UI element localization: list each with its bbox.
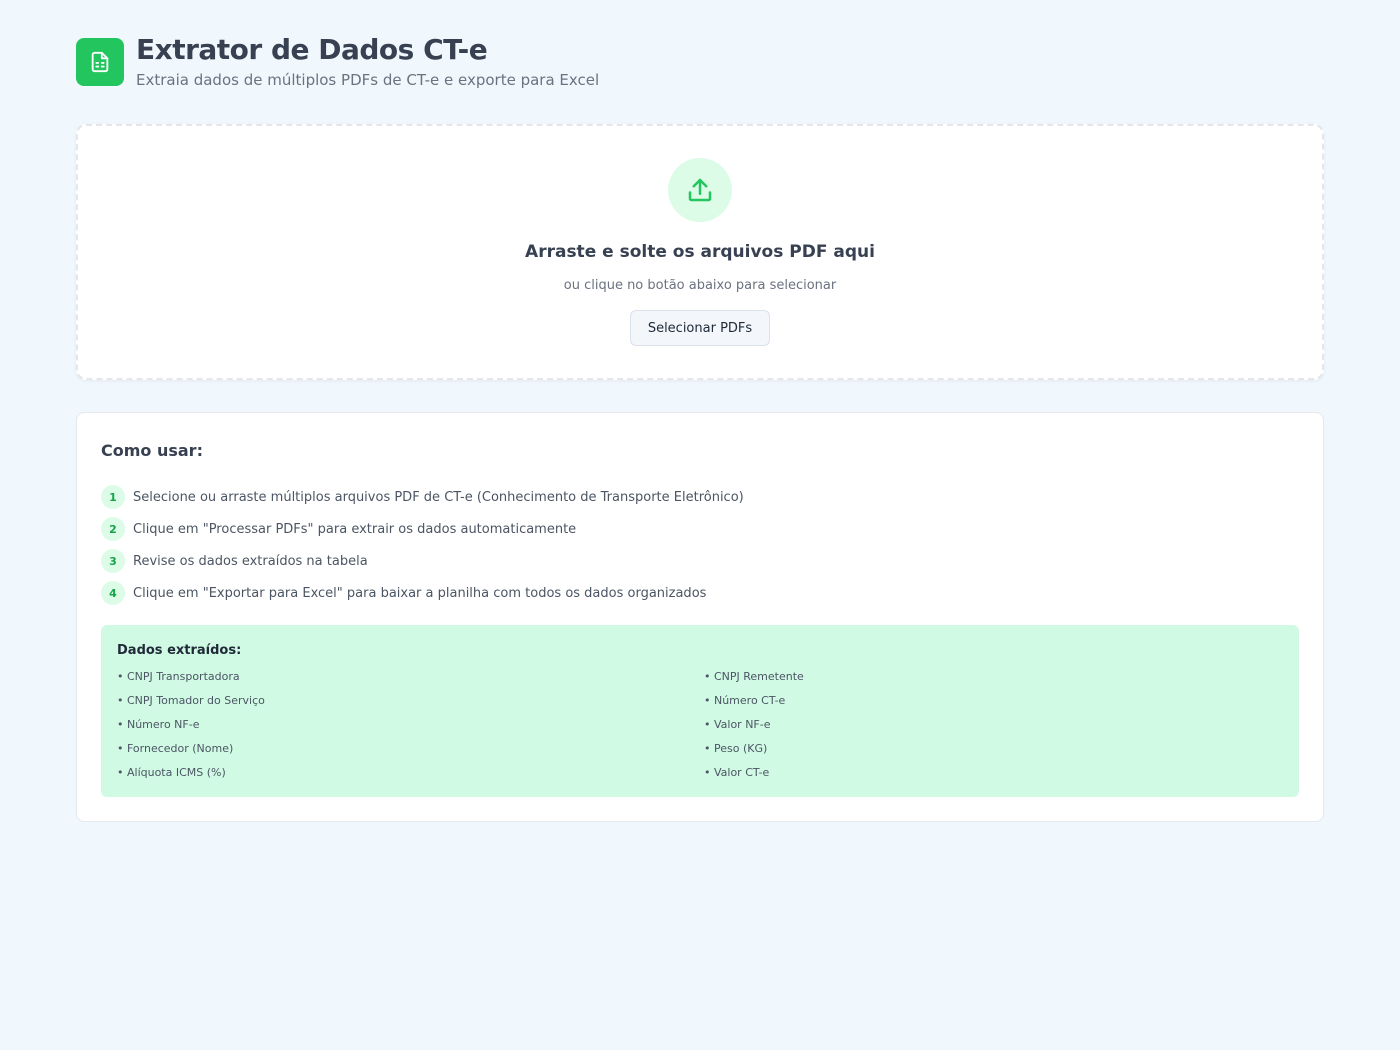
- extracted-fields-title: Dados extraídos:: [117, 643, 242, 658]
- page: Extrator de Dados CT-e Extraia dados de …: [0, 0, 1400, 1050]
- field-item: • Peso (KG): [704, 742, 768, 755]
- field-item: • CNPJ Tomador do Serviço: [117, 694, 265, 707]
- page-subtitle: Extraia dados de múltiplos PDFs de CT-e …: [136, 71, 600, 89]
- dropzone-title: Arraste e solte os arquivos PDF aqui: [525, 242, 875, 262]
- field-item: • CNPJ Remetente: [704, 670, 804, 683]
- step-number-badge: 3: [101, 549, 125, 573]
- step-text: Clique em "Processar PDFs" para extrair …: [133, 521, 577, 537]
- app-logo: [76, 38, 124, 86]
- extracted-fields-right-column: • CNPJ Remetente • Número CT-e • Valor N…: [704, 669, 804, 789]
- field-item: • Valor CT-e: [704, 766, 770, 779]
- extracted-fields-box: Dados extraídos: • CNPJ Transportadora •…: [101, 625, 1299, 797]
- app-header: Extrator de Dados CT-e Extraia dados de …: [76, 34, 599, 90]
- header-text: Extrator de Dados CT-e Extraia dados de …: [136, 34, 599, 90]
- step-text: Clique em "Exportar para Excel" para bai…: [133, 585, 707, 601]
- pdf-dropzone[interactable]: Arraste e solte os arquivos PDF aqui ou …: [76, 124, 1324, 380]
- upload-icon: [688, 178, 712, 202]
- step-text: Revise os dados extraídos na tabela: [133, 553, 368, 569]
- step-number-badge: 4: [101, 581, 125, 605]
- instructions-title: Como usar:: [101, 441, 203, 460]
- file-spreadsheet-icon: [91, 51, 109, 73]
- upload-icon-badge: [668, 158, 732, 222]
- field-item: • Alíquota ICMS (%): [117, 766, 226, 779]
- step-item: 2 Clique em "Processar PDFs" para extrai…: [101, 513, 744, 545]
- instructions-card: Como usar: 1 Selecione ou arraste múltip…: [76, 412, 1324, 822]
- page-title: Extrator de Dados CT-e: [136, 33, 488, 66]
- steps-list: 1 Selecione ou arraste múltiplos arquivo…: [101, 481, 744, 609]
- step-item: 3 Revise os dados extraídos na tabela: [101, 545, 744, 577]
- step-item: 1 Selecione ou arraste múltiplos arquivo…: [101, 481, 744, 513]
- step-text: Selecione ou arraste múltiplos arquivos …: [133, 489, 744, 505]
- field-item: • Fornecedor (Nome): [117, 742, 234, 755]
- step-number-badge: 2: [101, 517, 125, 541]
- field-item: • CNPJ Transportadora: [117, 670, 240, 683]
- field-item: • Número CT-e: [704, 694, 786, 707]
- field-item: • Número NF-e: [117, 718, 200, 731]
- step-item: 4 Clique em "Exportar para Excel" para b…: [101, 577, 744, 609]
- dropzone-hint: ou clique no botão abaixo para seleciona…: [563, 278, 837, 293]
- field-item: • Valor NF-e: [704, 718, 771, 731]
- select-pdfs-button[interactable]: Selecionar PDFs: [630, 310, 770, 346]
- extracted-fields-left-column: • CNPJ Transportadora • CNPJ Tomador do …: [117, 669, 265, 789]
- step-number-badge: 1: [101, 485, 125, 509]
